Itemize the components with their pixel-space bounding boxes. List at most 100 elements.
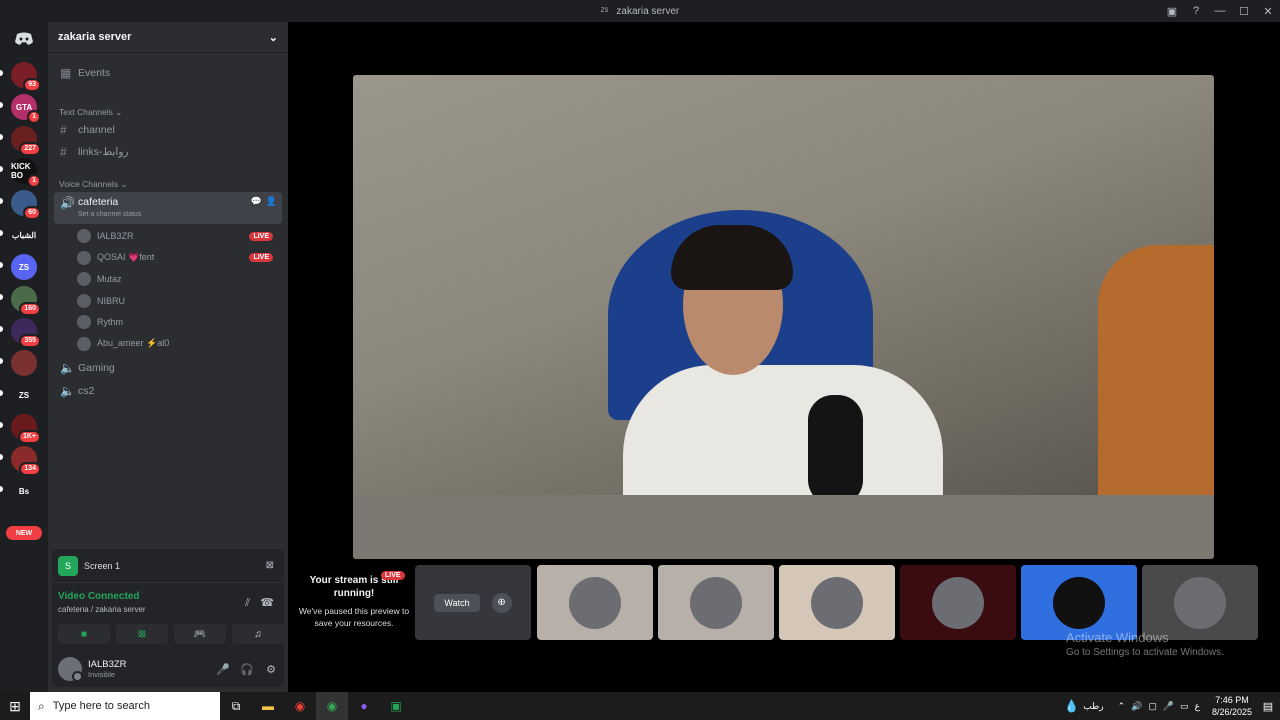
server-icon[interactable]: 160 <box>11 286 41 316</box>
participant-tile[interactable] <box>900 565 1016 640</box>
voice-category[interactable]: Voice Channels ⌄ <box>59 179 128 190</box>
voice-location[interactable]: cafeteria / zakaria server <box>58 605 146 614</box>
file-explorer-icon[interactable]: ▬ <box>252 692 284 720</box>
mic-tray-icon[interactable]: 🎤 <box>1163 701 1174 712</box>
settings-gear-icon[interactable]: ⚙ <box>266 663 276 676</box>
zoom-icon[interactable]: ⊕ <box>491 592 512 613</box>
channel-item-channel[interactable]: # channel <box>54 120 282 140</box>
task-view-icon[interactable]: ⧉ <box>220 692 252 720</box>
server-icon[interactable]: 227 <box>11 126 41 156</box>
display-icon[interactable]: ▭ <box>1180 701 1189 712</box>
close-button[interactable]: ✕ <box>1256 5 1280 18</box>
server-icon[interactable]: 1K+ <box>11 414 41 444</box>
participant-tile[interactable] <box>658 565 774 640</box>
voice-channel-label: cs2 <box>78 385 95 397</box>
main-video-feed[interactable] <box>353 75 1214 559</box>
network-icon[interactable]: ▢ <box>1148 701 1157 712</box>
server-icon[interactable]: Bs <box>11 478 37 504</box>
gamepad-icon: 🎮 <box>193 628 207 640</box>
voice-user[interactable]: Rythm <box>77 312 277 332</box>
microphone-icon[interactable]: 🎤 <box>216 663 230 676</box>
screen-badge: S <box>58 555 78 576</box>
voice-user[interactable]: QOSAI 💗fent LIVE <box>77 248 277 268</box>
camera-button[interactable]: ■ <box>58 624 110 644</box>
hash-icon: # <box>60 145 67 159</box>
participant-tile[interactable] <box>779 565 895 640</box>
chevron-up-icon[interactable]: ⌃ <box>1118 701 1126 712</box>
voice-user[interactable]: ΙALB3ZR LIVE <box>77 226 277 246</box>
stream-preview-tile[interactable]: Watch ⊕ <box>415 565 531 640</box>
avatar <box>77 336 91 351</box>
voice-user[interactable]: Abu_ameer ⚡al0 <box>77 334 277 354</box>
help-icon[interactable]: ? <box>1184 5 1208 17</box>
taskbar-search[interactable]: ⌕ Type here to search <box>30 692 220 720</box>
windows-start-icon[interactable]: ⊞ <box>0 698 30 715</box>
avatar[interactable] <box>58 657 83 682</box>
server-header[interactable]: zakaria server ⌄ <box>48 22 288 53</box>
language-indicator[interactable]: ع <box>1195 701 1200 712</box>
minimize-button[interactable]: — <box>1208 5 1232 17</box>
server-icon[interactable]: GTA 1 <box>11 94 41 124</box>
server-icon[interactable]: 60 <box>11 190 41 220</box>
stop-stream-icon[interactable]: ⊠ <box>266 560 274 571</box>
channel-status-placeholder[interactable]: Set a channel status <box>78 211 141 218</box>
current-user[interactable]: ΙALB3ZR Invisible 🎤 🎧 ⚙ <box>58 656 280 682</box>
voice-channel-cs2[interactable]: 🔈 cs2 <box>54 381 282 401</box>
calendar-icon: ▦ <box>60 66 72 80</box>
weather-icon[interactable]: 💧 <box>1064 699 1079 713</box>
chat-icon[interactable]: 💬 <box>251 196 262 207</box>
server-icon[interactable]: 93 <box>11 62 41 92</box>
avatar <box>569 576 621 629</box>
unread-pill <box>0 486 3 492</box>
server-icon[interactable]: ZS <box>11 382 37 408</box>
activity-button[interactable]: 🎮 <box>174 624 226 644</box>
notification-icon[interactable]: ▤ <box>1256 700 1280 713</box>
voice-user-name: Abu_ameer ⚡al0 <box>97 338 170 348</box>
orange-chair <box>1098 245 1214 505</box>
unread-pill <box>0 326 3 332</box>
unread-pill <box>0 102 3 108</box>
person-hair <box>671 225 793 290</box>
server-icon[interactable]: الشباب <box>11 222 37 248</box>
noise-suppression-icon[interactable]: ⫽ <box>245 597 250 610</box>
server-icon[interactable] <box>11 350 37 376</box>
chrome-icon[interactable]: ◉ <box>284 692 316 720</box>
volume-icon[interactable]: 🔊 <box>1131 701 1142 712</box>
search-placeholder: Type here to search <box>52 700 150 712</box>
hash-icon: # <box>60 123 67 137</box>
add-user-icon[interactable]: 👤 <box>266 196 277 207</box>
participant-tile[interactable] <box>1021 565 1137 640</box>
server-icon[interactable]: KICK BO 1 <box>11 158 41 188</box>
participant-tile[interactable] <box>537 565 653 640</box>
disconnect-icon[interactable]: ☎ <box>260 596 274 609</box>
participant-tile[interactable] <box>1142 565 1258 640</box>
chrome-active-icon[interactable]: ◉ <box>316 692 348 720</box>
voice-status[interactable]: Video Connected <box>58 591 140 602</box>
watch-button[interactable]: Watch <box>434 593 480 612</box>
discord-taskbar-icon[interactable]: ● <box>348 692 380 720</box>
text-category[interactable]: Text Channels ⌄ <box>59 107 122 118</box>
server-icon[interactable]: 355 <box>11 318 41 348</box>
server-icon[interactable]: 134 <box>11 446 41 476</box>
inbox-icon[interactable]: ▣ <box>1160 5 1184 18</box>
events-item[interactable]: ▦ Events <box>54 63 282 83</box>
server-icon[interactable]: ZS <box>11 254 37 280</box>
soundboard-button[interactable]: ♫ <box>232 624 284 644</box>
app-icon[interactable]: ▣ <box>380 692 412 720</box>
headphones-icon[interactable]: 🎧 <box>240 663 254 676</box>
server-name: zakaria server <box>58 31 132 43</box>
voice-user-name: Mutaz <box>97 274 122 284</box>
share-screen-button[interactable]: ⊠ <box>116 624 168 644</box>
maximize-button[interactable]: ☐ <box>1232 5 1256 18</box>
new-badge[interactable]: NEW <box>6 526 42 540</box>
mention-badge: 134 <box>19 462 41 476</box>
discord-home-icon[interactable] <box>11 26 37 52</box>
voice-user[interactable]: Mutaz <box>77 269 277 289</box>
channel-item-links[interactable]: # links-روابط <box>54 142 282 162</box>
clock[interactable]: 7:46 PM 8/26/2025 <box>1208 694 1256 718</box>
mention-badge: 1 <box>27 110 41 124</box>
voice-channel-cafeteria[interactable]: 🔊 cafeteria Set a channel status 💬 👤 <box>54 192 282 224</box>
weather-label[interactable]: رطب <box>1083 701 1103 712</box>
voice-user[interactable]: NIBRU <box>77 291 277 311</box>
voice-channel-gaming[interactable]: 🔈 Gaming <box>54 358 282 378</box>
